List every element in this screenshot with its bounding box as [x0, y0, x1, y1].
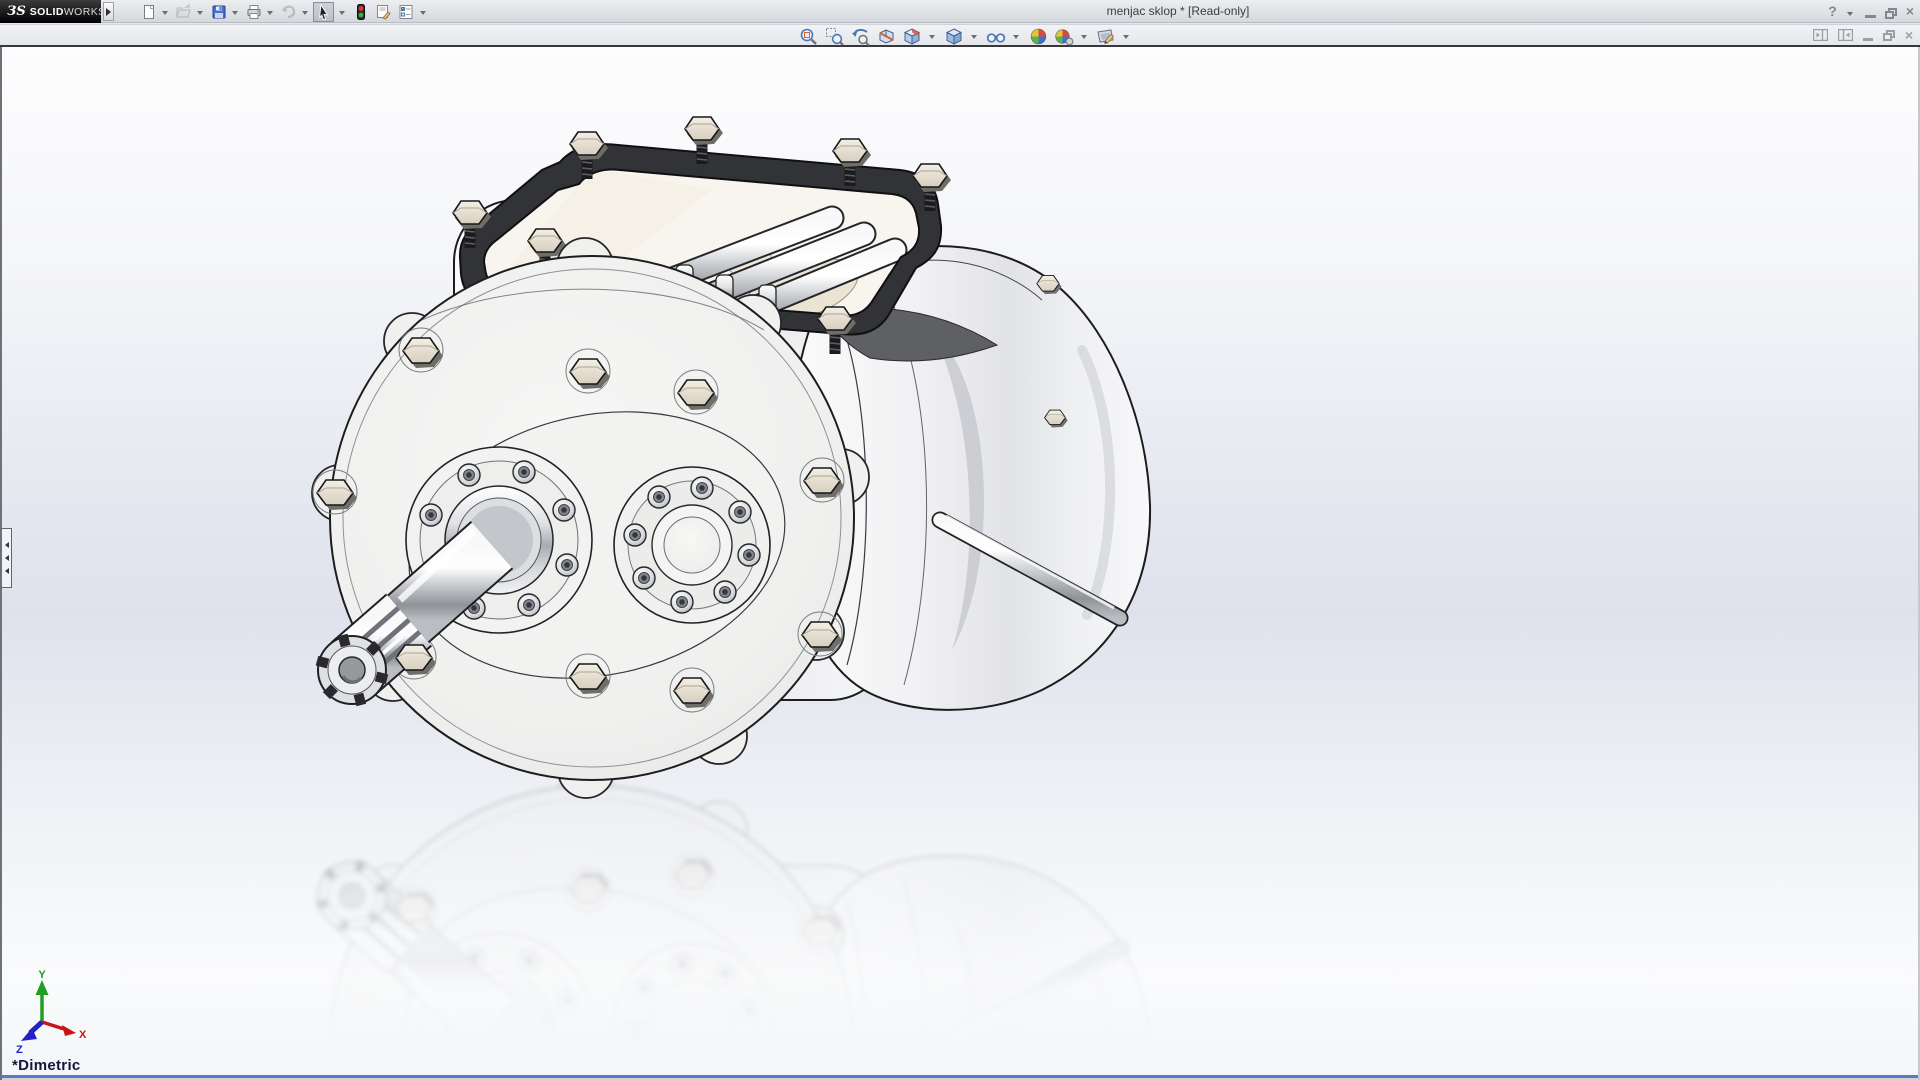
reference-triad[interactable]: Y X Z: [16, 969, 87, 1056]
view-orientation-icon: [903, 27, 920, 45]
display-style-button[interactable]: [944, 26, 964, 46]
save-button[interactable]: [208, 2, 229, 22]
rebuild-traffic-light-icon: [356, 3, 365, 20]
hide-show-dropdown-icon[interactable]: [1013, 35, 1019, 42]
close-button[interactable]: ×: [1906, 3, 1914, 20]
solidworks-logo-text: SOLIDWORKS: [29, 5, 106, 18]
graphics-area[interactable]: Y X Z *Dimetric: [0, 47, 1920, 1080]
floor-reflection: [312, 768, 1150, 1080]
undo-dropdown-icon[interactable]: [302, 10, 308, 18]
edit-appearance-dropdown-icon[interactable]: [1123, 35, 1129, 42]
triad-y-arrow-icon: [35, 980, 49, 995]
apply-scene-icon: [1030, 28, 1046, 44]
open-folder-icon: [175, 3, 191, 17]
solidworks-logo-mark: ЗS: [7, 4, 26, 19]
pane-arrow-icon: [2, 555, 9, 561]
document-restore-button[interactable]: [1882, 29, 1895, 41]
previous-view-icon: [851, 28, 870, 46]
window-title: menjac sklop * [Read-only]: [1106, 4, 1250, 18]
solidworks-window: ЗS SOLIDWORKS menjac sklop * [Read-only]…: [0, 0, 1920, 1080]
document-minimize-button[interactable]: [1862, 37, 1873, 41]
options-button[interactable]: [396, 2, 417, 22]
save-floppy-icon: [212, 5, 225, 18]
expand-arrow-icon: [105, 7, 115, 16]
display-style-icon: [945, 27, 962, 45]
toolbar-expand-button[interactable]: [103, 2, 114, 21]
file-properties-icon: [377, 4, 391, 20]
open-dropdown-icon[interactable]: [197, 10, 203, 18]
heads-up-toolbar-row: ×: [0, 24, 1920, 47]
pane-arrow-icon: [2, 542, 9, 548]
document-close-button[interactable]: ×: [1905, 28, 1913, 42]
view-orientation-label: *Dimetric: [12, 1057, 81, 1074]
zoom-to-fit-icon: [800, 28, 817, 45]
apply-scene-button[interactable]: [1028, 26, 1048, 46]
hide-show-items-button[interactable]: [986, 26, 1006, 46]
window-controls: ? ×: [1828, 2, 1914, 21]
triad-y-label: Y: [38, 969, 46, 981]
gearbox-model[interactable]: [311, 116, 1152, 799]
section-view-icon: [879, 28, 893, 44]
display-style-dropdown-icon[interactable]: [971, 35, 977, 42]
spline-end-face: [315, 633, 389, 707]
print-dropdown-icon[interactable]: [267, 10, 273, 18]
heads-up-toolbar: [798, 26, 1132, 46]
open-button[interactable]: [173, 2, 194, 22]
zoom-to-area-icon: [825, 27, 844, 46]
model-canvas[interactable]: Y X Z: [2, 47, 1920, 1080]
zoom-to-area-button[interactable]: [824, 26, 844, 46]
view-settings-icon: [1055, 28, 1074, 45]
edit-appearance-icon: [1097, 28, 1115, 44]
solidworks-logo: ЗS SOLIDWORKS: [0, 0, 105, 23]
new-document-button[interactable]: [138, 2, 159, 22]
select-cursor-icon: [318, 3, 328, 20]
select-dropdown-button[interactable]: [336, 2, 348, 22]
edit-appearance-button[interactable]: [1096, 26, 1116, 46]
minimize-button[interactable]: [1864, 14, 1876, 18]
save-dropdown-icon[interactable]: [232, 10, 238, 18]
pane-arrow-icon: [2, 568, 9, 574]
featuremanager-collapsed-tab[interactable]: [2, 528, 12, 588]
restore-button[interactable]: [1884, 7, 1897, 19]
section-view-button[interactable]: [876, 26, 896, 46]
view-orientation-button[interactable]: [902, 26, 922, 46]
help-dropdown-icon[interactable]: [1846, 12, 1853, 19]
view-settings-button[interactable]: [1054, 26, 1074, 46]
file-properties-button[interactable]: [373, 2, 394, 22]
view-settings-dropdown-icon[interactable]: [1081, 35, 1087, 42]
zoom-to-fit-button[interactable]: [798, 26, 818, 46]
triad-z-label: Z: [16, 1044, 23, 1056]
view-orientation-dropdown-icon[interactable]: [929, 35, 935, 42]
select-button[interactable]: [313, 1, 334, 22]
title-bar: ЗS SOLIDWORKS menjac sklop * [Read-only]…: [0, 0, 1920, 23]
select-dropdown-icon: [339, 10, 345, 18]
pane-toggle-left-icon[interactable]: [1812, 29, 1828, 41]
undo-button[interactable]: [278, 2, 299, 22]
standard-toolbar: [138, 1, 429, 22]
undo-icon: [281, 4, 296, 18]
print-button[interactable]: [243, 2, 264, 22]
secondary-bearing-boss[interactable]: [613, 466, 771, 624]
triad-x-arrow-icon: [62, 1025, 76, 1036]
rebuild-button[interactable]: [350, 2, 371, 22]
new-document-icon: [143, 4, 154, 19]
new-dropdown-icon[interactable]: [162, 10, 168, 18]
document-window-controls: ×: [1812, 28, 1913, 42]
options-dropdown-icon[interactable]: [420, 10, 426, 18]
help-button[interactable]: ?: [1828, 3, 1837, 20]
previous-view-button[interactable]: [850, 26, 870, 46]
triad-x-label: X: [79, 1029, 87, 1041]
hide-show-items-glasses-icon: [986, 32, 1006, 43]
pane-toggle-right-icon[interactable]: [1837, 29, 1853, 41]
print-icon: [247, 4, 260, 19]
options-checklist-icon: [399, 4, 413, 19]
